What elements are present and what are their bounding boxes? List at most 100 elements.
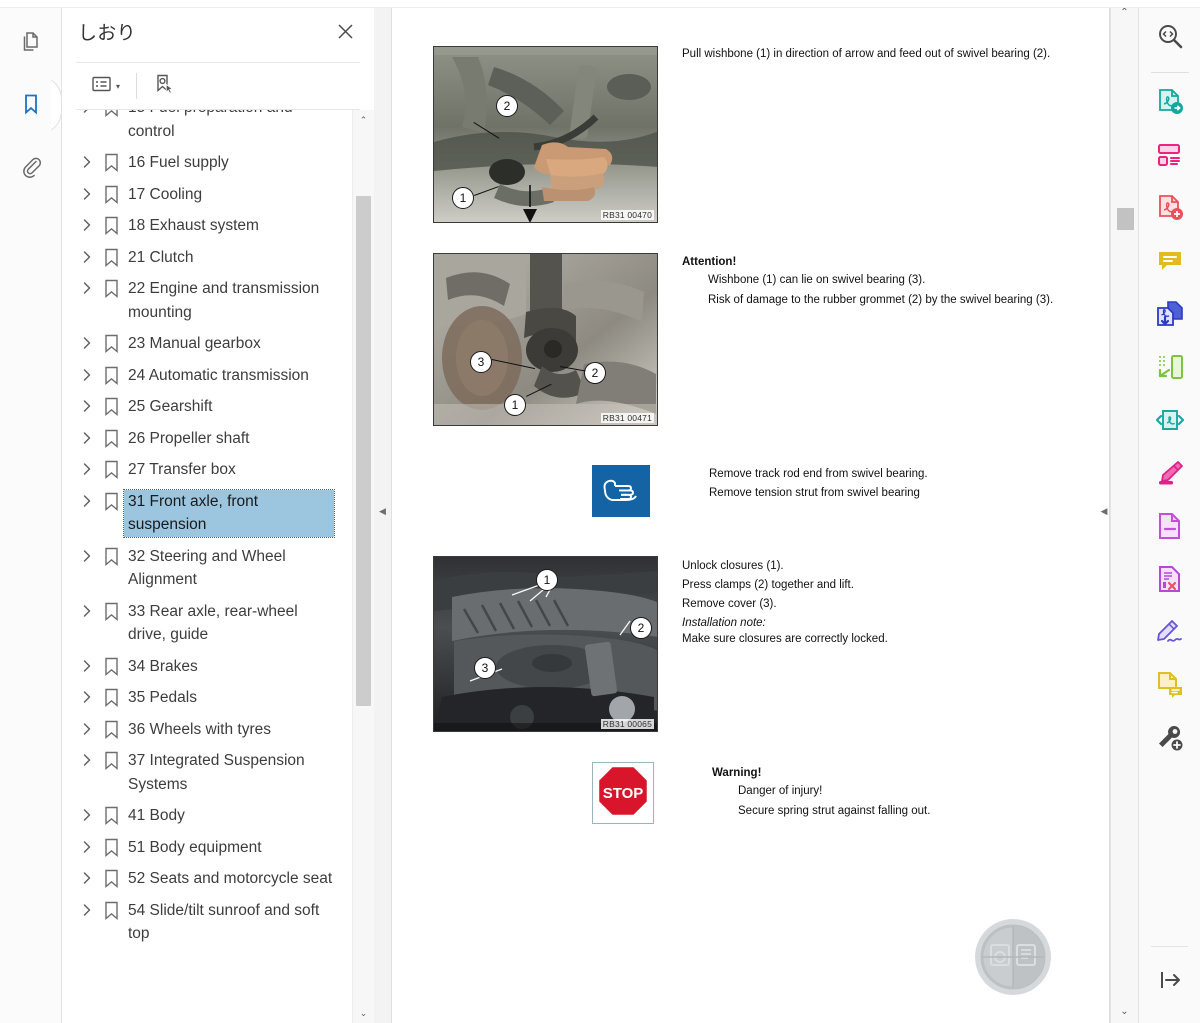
export-pdf-tool-button[interactable] xyxy=(1148,82,1192,126)
bookmark-item[interactable]: 22 Engine and transmission mounting xyxy=(76,273,352,328)
bookmark-item-label: 23 Manual gearbox xyxy=(128,335,261,352)
bookmark-item-label: 34 Brakes xyxy=(128,657,198,675)
expand-chevron-icon[interactable] xyxy=(76,804,98,822)
collapse-sidebar-handle[interactable]: ◀ xyxy=(374,490,391,534)
pointing-hand-icon xyxy=(601,474,641,509)
bookmark-item[interactable]: 41 Body xyxy=(76,800,352,832)
expand-chevron-icon[interactable] xyxy=(76,151,98,169)
expand-chevron-icon[interactable] xyxy=(76,867,98,885)
bookmark-item[interactable]: 24 Automatic transmission xyxy=(76,360,352,392)
note-icon-box xyxy=(592,465,650,517)
bookmark-item-label: 17 Cooling xyxy=(128,185,203,203)
bookmark-item[interactable]: 21 Clutch xyxy=(76,242,352,274)
redact-tool-button[interactable] xyxy=(1148,559,1192,603)
bookmark-icon xyxy=(98,458,124,479)
bookmark-item[interactable]: 37 Integrated Suspension Systems xyxy=(76,745,352,800)
text-heading: Attention! xyxy=(682,256,737,268)
bookmark-item[interactable]: 25 Gearshift xyxy=(76,391,352,423)
expand-chevron-icon[interactable] xyxy=(76,899,98,917)
bookmark-item[interactable]: 34 Brakes xyxy=(76,651,352,683)
bookmark-item[interactable]: 15 Fuel preparation and control xyxy=(76,110,352,147)
bookmark-item[interactable]: 52 Seats and motorcycle seat xyxy=(76,863,352,895)
bookmark-options-button[interactable]: ▾ xyxy=(88,71,124,101)
expand-chevron-icon[interactable] xyxy=(76,655,98,673)
bookmark-item[interactable]: 36 Wheels with tyres xyxy=(76,714,352,746)
document-scrollbar[interactable]: ◀ ⌃ ⌄ xyxy=(1101,0,1138,1023)
bookmark-item[interactable]: 26 Propeller shaft xyxy=(76,423,352,455)
bookmark-item[interactable]: 35 Pedals xyxy=(76,682,352,714)
bookmark-item[interactable]: 17 Cooling xyxy=(76,179,352,211)
expand-chevron-icon[interactable] xyxy=(76,110,98,114)
bookmark-item-label: 25 Gearshift xyxy=(128,398,213,415)
highlight-tool-button[interactable] xyxy=(1148,453,1192,497)
scrollbar-thumb[interactable] xyxy=(356,196,371,706)
figure-photo-2 xyxy=(434,254,657,425)
signature-pen-icon xyxy=(1156,619,1184,650)
doc-scroll-down-arrow[interactable]: ⌄ xyxy=(1111,999,1138,1023)
bookmark-item[interactable]: 54 Slide/tilt sunroof and soft top xyxy=(76,895,352,950)
bookmark-item[interactable]: 51 Body equipment xyxy=(76,832,352,864)
expand-chevron-icon[interactable] xyxy=(76,183,98,201)
compress-pdf-tool-button[interactable] xyxy=(1148,400,1192,444)
search-tool-button[interactable] xyxy=(1148,16,1192,60)
organize-pages-tool-button[interactable] xyxy=(1148,135,1192,179)
bookmarks-scrollbar[interactable]: ⌃ ⌄ xyxy=(352,110,374,1023)
text-line: Remove track rod end from swivel bearing… xyxy=(709,468,928,480)
bookmark-item[interactable]: 27 Transfer box xyxy=(76,454,352,486)
pdf-export-icon xyxy=(1156,88,1184,121)
chevron-down-icon: ▾ xyxy=(116,81,121,91)
text-line: Pull wishbone (1) in direction of arrow … xyxy=(682,48,1051,60)
bookmark-item[interactable]: 23 Manual gearbox xyxy=(76,328,352,360)
text-line: Press clamps (2) together and lift. xyxy=(682,579,854,591)
bookmark-icon xyxy=(98,332,124,353)
expand-chevron-icon[interactable] xyxy=(76,545,98,563)
scroll-up-arrow[interactable]: ⌃ xyxy=(353,110,374,130)
list-options-icon xyxy=(92,75,112,98)
bookmark-item[interactable]: 31 Front axle, front suspension xyxy=(76,486,352,541)
bookmark-icon xyxy=(98,427,124,448)
figure-image-2: 3 2 1 RB31 00471 xyxy=(433,253,658,426)
expand-chevron-icon[interactable] xyxy=(76,427,98,445)
expand-chevron-icon[interactable] xyxy=(76,364,98,382)
expand-chevron-icon[interactable] xyxy=(76,246,98,264)
bookmark-item[interactable]: 16 Fuel supply xyxy=(76,147,352,179)
expand-chevron-icon[interactable] xyxy=(76,718,98,736)
page-layout-tool-button[interactable] xyxy=(1148,347,1192,391)
collapse-document-handle[interactable]: ◀ xyxy=(1097,490,1111,534)
bookmark-icon xyxy=(98,214,124,235)
sidebar-item-attachments[interactable] xyxy=(11,146,51,186)
collapse-right-panel-button[interactable] xyxy=(1139,968,1200,997)
comment-tool-button[interactable] xyxy=(1148,241,1192,285)
expand-chevron-icon[interactable] xyxy=(76,686,98,704)
expand-chevron-icon[interactable] xyxy=(76,277,98,295)
sticky-note-tool-button[interactable] xyxy=(1148,665,1192,709)
figure-caption: RB31 00471 xyxy=(600,413,654,423)
expand-chevron-icon[interactable] xyxy=(76,600,98,618)
expand-chevron-icon[interactable] xyxy=(76,395,98,413)
combine-files-tool-button[interactable] xyxy=(1148,294,1192,338)
signature-tool-button[interactable] xyxy=(1148,612,1192,656)
bookmark-pointer-icon xyxy=(153,73,175,100)
more-tools-button[interactable] xyxy=(1148,718,1192,762)
expand-chevron-icon[interactable] xyxy=(76,836,98,854)
expand-chevron-icon[interactable] xyxy=(76,490,98,508)
expand-chevron-icon[interactable] xyxy=(76,332,98,350)
fill-sign-tool-button[interactable] xyxy=(1148,506,1192,550)
sidebar-item-page-thumbnails[interactable] xyxy=(11,22,51,62)
expand-chevron-icon[interactable] xyxy=(76,458,98,476)
expand-chevron-icon[interactable] xyxy=(76,214,98,232)
new-bookmark-button[interactable] xyxy=(149,71,179,101)
doc-scrollbar-thumb[interactable] xyxy=(1117,208,1134,230)
create-pdf-tool-button[interactable] xyxy=(1148,188,1192,232)
bookmark-item-label: 16 Fuel supply xyxy=(128,154,229,171)
scroll-down-arrow[interactable]: ⌄ xyxy=(353,1003,374,1023)
bookmark-item[interactable]: 32 Steering and Wheel Alignment xyxy=(76,541,352,596)
bookmark-item[interactable]: 18 Exhaust system xyxy=(76,210,352,242)
bookmark-item-label: 35 Pedals xyxy=(128,689,197,706)
sidebar-item-bookmarks[interactable] xyxy=(11,76,62,132)
close-panel-button[interactable] xyxy=(330,16,360,46)
doc-scroll-up-arrow[interactable]: ⌃ xyxy=(1111,0,1138,24)
expand-chevron-icon[interactable] xyxy=(76,749,98,767)
page-content: 2 1 RB31 00470 Pull wishbone (1) in dire… xyxy=(392,0,1109,1023)
bookmark-item[interactable]: 33 Rear axle, rear-wheel drive, guide xyxy=(76,596,352,651)
